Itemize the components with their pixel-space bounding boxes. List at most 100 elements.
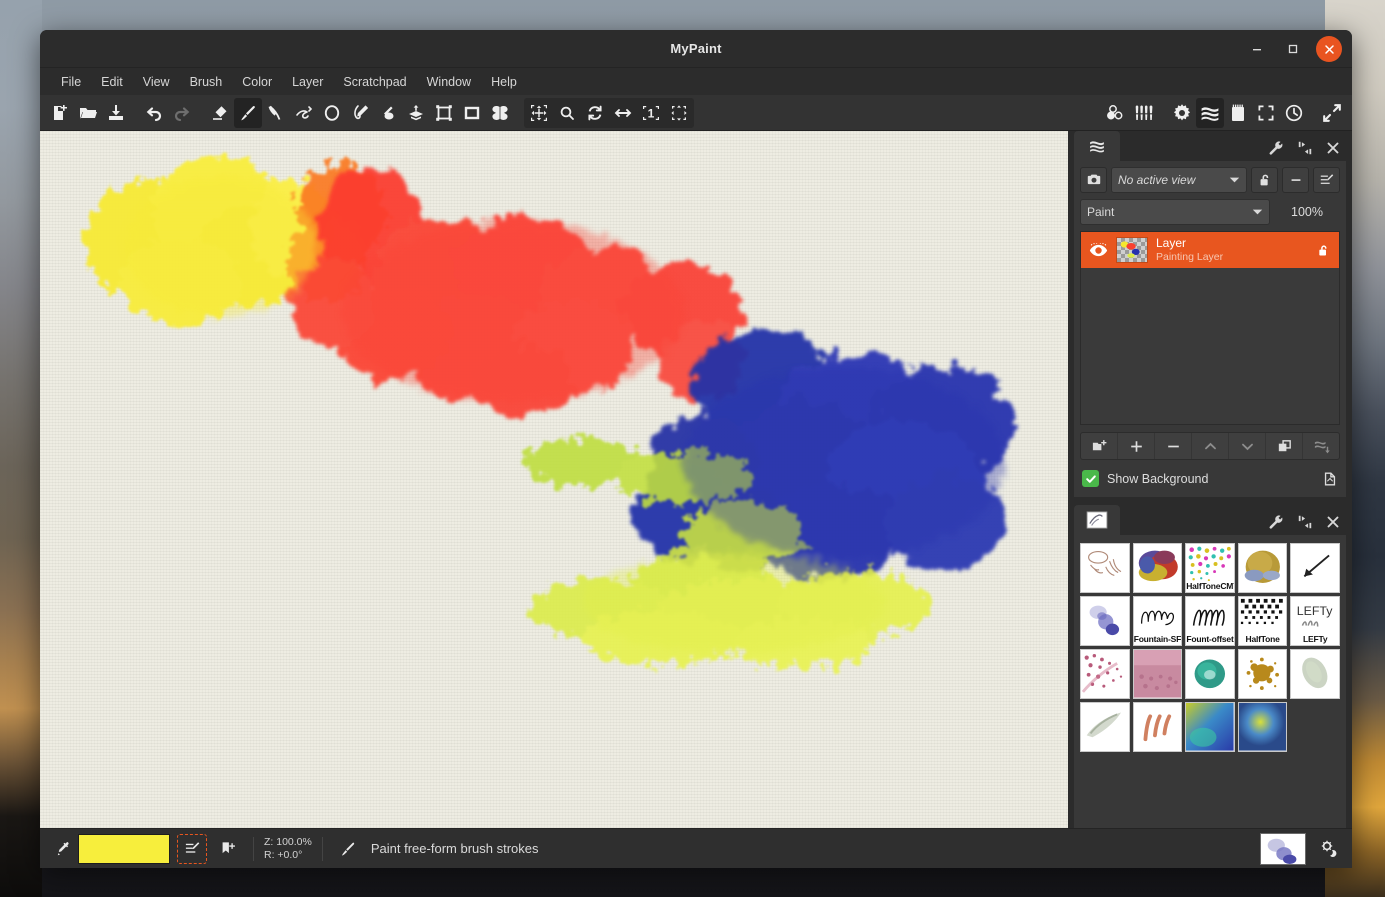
wrench-icon[interactable] xyxy=(1268,140,1284,156)
rotate-view-icon[interactable] xyxy=(581,98,609,128)
merge-layer-icon[interactable] xyxy=(1302,433,1339,459)
brush-icon[interactable] xyxy=(234,98,262,128)
active-view-combo[interactable]: No active view xyxy=(1111,167,1247,193)
brushes-icon[interactable] xyxy=(1130,98,1158,128)
brush-item[interactable] xyxy=(1238,649,1288,699)
scratchpad-icon[interactable] xyxy=(1224,98,1252,128)
minus-icon[interactable] xyxy=(1282,167,1309,193)
zoom-view-icon[interactable] xyxy=(553,98,581,128)
canvas-paper[interactable] xyxy=(40,131,1068,828)
undo-icon[interactable] xyxy=(140,98,168,128)
move-down-icon[interactable] xyxy=(1228,433,1265,459)
menu-scratchpad[interactable]: Scratchpad xyxy=(334,71,415,93)
expand-icon[interactable] xyxy=(1318,98,1346,128)
new-group-icon[interactable] xyxy=(1081,433,1117,459)
menu-window[interactable]: Window xyxy=(418,71,480,93)
remove-layer-icon[interactable] xyxy=(1154,433,1191,459)
brush-item[interactable] xyxy=(1133,702,1183,752)
brush-item[interactable] xyxy=(1185,702,1235,752)
show-background-checkbox[interactable] xyxy=(1082,470,1099,487)
minimize-button[interactable] xyxy=(1244,36,1270,62)
redo-icon[interactable] xyxy=(168,98,196,128)
fit-view-icon[interactable] xyxy=(665,98,693,128)
menu-edit[interactable]: Edit xyxy=(92,71,132,93)
menu-file[interactable]: File xyxy=(52,71,90,93)
color-wheel-icon[interactable] xyxy=(1102,98,1130,128)
mypaint-window: MyPaint File Edit View Brush Color Layer… xyxy=(40,30,1352,868)
current-color-swatch[interactable] xyxy=(78,834,170,864)
layer-opacity-value[interactable]: 100% xyxy=(1274,205,1340,219)
brush-item[interactable] xyxy=(1185,649,1235,699)
brush-item[interactable] xyxy=(1290,543,1340,593)
brush-item[interactable]: HalfToneCMY xyxy=(1185,543,1235,593)
fullscreen-icon[interactable] xyxy=(1252,98,1280,128)
brush-item[interactable] xyxy=(1238,702,1288,752)
eraser-icon[interactable] xyxy=(206,98,234,128)
unlock-icon[interactable] xyxy=(1251,167,1278,193)
menu-help[interactable]: Help xyxy=(482,71,526,93)
layer-toolbar xyxy=(1080,432,1340,460)
new-icon[interactable] xyxy=(46,98,74,128)
layers-list[interactable]: Layer Painting Layer xyxy=(1080,231,1340,425)
brush-item[interactable] xyxy=(1080,649,1130,699)
blend-mode-combo[interactable]: Paint xyxy=(1080,199,1270,225)
brush-settings-icon[interactable] xyxy=(1314,834,1344,864)
layer-row[interactable]: Layer Painting Layer xyxy=(1081,232,1339,268)
brush-item[interactable]: HalfTone xyxy=(1238,596,1288,646)
canvas-area[interactable] xyxy=(40,131,1068,828)
detach-icon[interactable] xyxy=(1297,514,1313,530)
eyedropper-icon[interactable] xyxy=(48,834,78,864)
brush-item[interactable] xyxy=(1290,649,1340,699)
brush-item[interactable] xyxy=(1238,543,1288,593)
save-icon[interactable] xyxy=(102,98,130,128)
frame-icon[interactable] xyxy=(458,98,486,128)
layer-move-icon[interactable] xyxy=(402,98,430,128)
brush-item[interactable]: Fountain-SF xyxy=(1133,596,1183,646)
flood-fill-icon[interactable] xyxy=(374,98,402,128)
layers-dock-tab[interactable] xyxy=(1074,131,1120,161)
brush-item[interactable] xyxy=(1133,649,1183,699)
brushes-dock-tab[interactable] xyxy=(1074,505,1120,535)
maximize-button[interactable] xyxy=(1280,36,1306,62)
close-icon[interactable] xyxy=(1326,515,1340,529)
brush-item[interactable] xyxy=(1080,543,1130,593)
brushes-dock-tools xyxy=(1268,514,1340,530)
symmetry-icon[interactable] xyxy=(486,98,514,128)
inking-icon[interactable] xyxy=(346,98,374,128)
pan-view-icon[interactable] xyxy=(525,98,553,128)
ellipse-icon[interactable] xyxy=(318,98,346,128)
brush-item[interactable] xyxy=(1080,596,1130,646)
close-button[interactable] xyxy=(1316,36,1342,62)
connected-lines-icon[interactable] xyxy=(290,98,318,128)
add-layer-icon[interactable] xyxy=(1117,433,1154,459)
menu-brush[interactable]: Brush xyxy=(181,71,232,93)
preferences-gear-icon[interactable] xyxy=(1168,98,1196,128)
close-icon[interactable] xyxy=(1326,141,1340,155)
menu-color[interactable]: Color xyxy=(233,71,281,93)
brush-item[interactable]: Fount-offset xyxy=(1185,596,1235,646)
wrench-icon[interactable] xyxy=(1268,514,1284,530)
background-doc-icon[interactable] xyxy=(1322,471,1338,487)
brush-item[interactable] xyxy=(1080,702,1130,752)
menu-layer[interactable]: Layer xyxy=(283,71,332,93)
mirror-view-icon[interactable] xyxy=(609,98,637,128)
history-clock-icon[interactable] xyxy=(1280,98,1308,128)
brush-item[interactable]: LEFTy LEFTy xyxy=(1290,596,1340,646)
transform-icon[interactable] xyxy=(430,98,458,128)
add-bookmark-icon[interactable] xyxy=(213,834,243,864)
edit-color-icon[interactable] xyxy=(177,834,207,864)
layers-icon[interactable] xyxy=(1196,98,1224,128)
reset-zoom-icon[interactable]: 1 xyxy=(637,98,665,128)
move-up-icon[interactable] xyxy=(1191,433,1228,459)
edit-view-icon[interactable] xyxy=(1313,167,1340,193)
eye-icon[interactable] xyxy=(1089,243,1108,258)
layer-unlock-icon[interactable] xyxy=(1316,243,1331,258)
brush-item[interactable] xyxy=(1133,543,1183,593)
menu-view[interactable]: View xyxy=(134,71,179,93)
open-icon[interactable] xyxy=(74,98,102,128)
camera-icon[interactable] xyxy=(1080,167,1107,193)
duplicate-layer-icon[interactable] xyxy=(1265,433,1302,459)
line-icon[interactable] xyxy=(262,98,290,128)
current-brush-preview[interactable] xyxy=(1260,833,1306,865)
detach-icon[interactable] xyxy=(1297,140,1313,156)
